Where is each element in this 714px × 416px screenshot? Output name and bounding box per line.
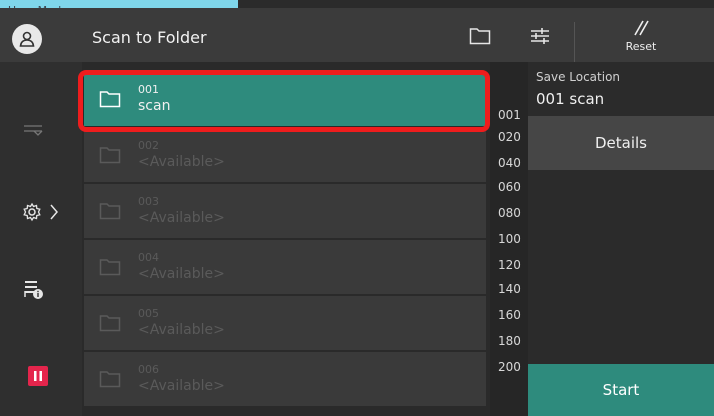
right-panel: Save Location 001 scan Details Start — [528, 62, 714, 416]
adjust-settings-button[interactable] — [526, 22, 554, 50]
printer-info-icon — [24, 281, 43, 299]
index-label[interactable]: 020 — [498, 130, 521, 144]
index-label[interactable]: 180 — [498, 334, 521, 348]
index-label[interactable]: 040 — [498, 156, 521, 170]
sidebar-job-flow-button[interactable] — [22, 122, 44, 138]
start-button[interactable]: Start — [528, 364, 714, 416]
index-label[interactable]: 140 — [498, 282, 521, 296]
folder-number: 005 — [138, 307, 159, 320]
selection-highlight — [78, 70, 490, 132]
sidebar-device-info-button[interactable] — [22, 278, 46, 300]
folder-view-button[interactable] — [466, 22, 494, 50]
adjust-icon — [531, 28, 549, 44]
folder-icon — [96, 141, 124, 169]
folder-row-005[interactable]: 005 <Available> — [84, 296, 486, 350]
left-sidebar — [0, 62, 82, 416]
index-label[interactable]: 080 — [498, 206, 521, 220]
reset-icon — [634, 20, 649, 36]
folder-row-006[interactable]: 006 <Available> — [84, 352, 486, 406]
folder-name: <Available> — [138, 322, 225, 338]
folder-name: <Available> — [138, 154, 225, 170]
toolbar-divider — [574, 22, 575, 62]
folder-row-002[interactable]: 002 <Available> — [84, 128, 486, 182]
folder-icon — [96, 197, 124, 225]
pause-icon — [28, 366, 48, 386]
index-label[interactable]: 200 — [498, 360, 521, 374]
folder-icon — [469, 28, 491, 45]
user-button[interactable] — [12, 24, 42, 54]
folder-row-003[interactable]: 003 <Available> — [84, 184, 486, 238]
page-title: Scan to Folder — [92, 28, 207, 47]
index-label[interactable]: 160 — [498, 308, 521, 322]
folder-name: <Available> — [138, 210, 225, 226]
top-bar: Scan to Folder Reset — [0, 8, 714, 62]
job-flow-icon — [24, 125, 43, 136]
folder-icon — [96, 365, 124, 393]
folder-name: <Available> — [138, 378, 225, 394]
chevron-right-icon — [50, 204, 58, 220]
reset-label: Reset — [625, 40, 657, 53]
folder-name: <Available> — [138, 266, 225, 282]
index-label[interactable]: 060 — [498, 180, 521, 194]
folder-number: 006 — [138, 363, 159, 376]
folder-number: 003 — [138, 195, 159, 208]
folder-row-004[interactable]: 004 <Available> — [84, 240, 486, 294]
folder-number: 004 — [138, 251, 159, 264]
index-label[interactable]: 120 — [498, 258, 521, 272]
details-button[interactable]: Details — [528, 116, 714, 170]
folder-number: 002 — [138, 139, 159, 152]
pause-button[interactable] — [28, 366, 48, 386]
user-icon — [19, 31, 35, 47]
reset-button[interactable]: Reset — [606, 18, 676, 66]
gear-icon — [23, 202, 41, 222]
folder-icon — [96, 309, 124, 337]
save-location-value: 001 scan — [536, 90, 605, 108]
index-label[interactable]: 001 — [498, 108, 521, 122]
sidebar-settings-button[interactable] — [22, 202, 60, 222]
folder-icon — [96, 253, 124, 281]
save-location-label: Save Location — [536, 70, 621, 84]
index-scrollbar[interactable]: 001 020 040 060 080 100 120 140 160 180 … — [490, 62, 528, 416]
index-label[interactable]: 100 — [498, 232, 521, 246]
